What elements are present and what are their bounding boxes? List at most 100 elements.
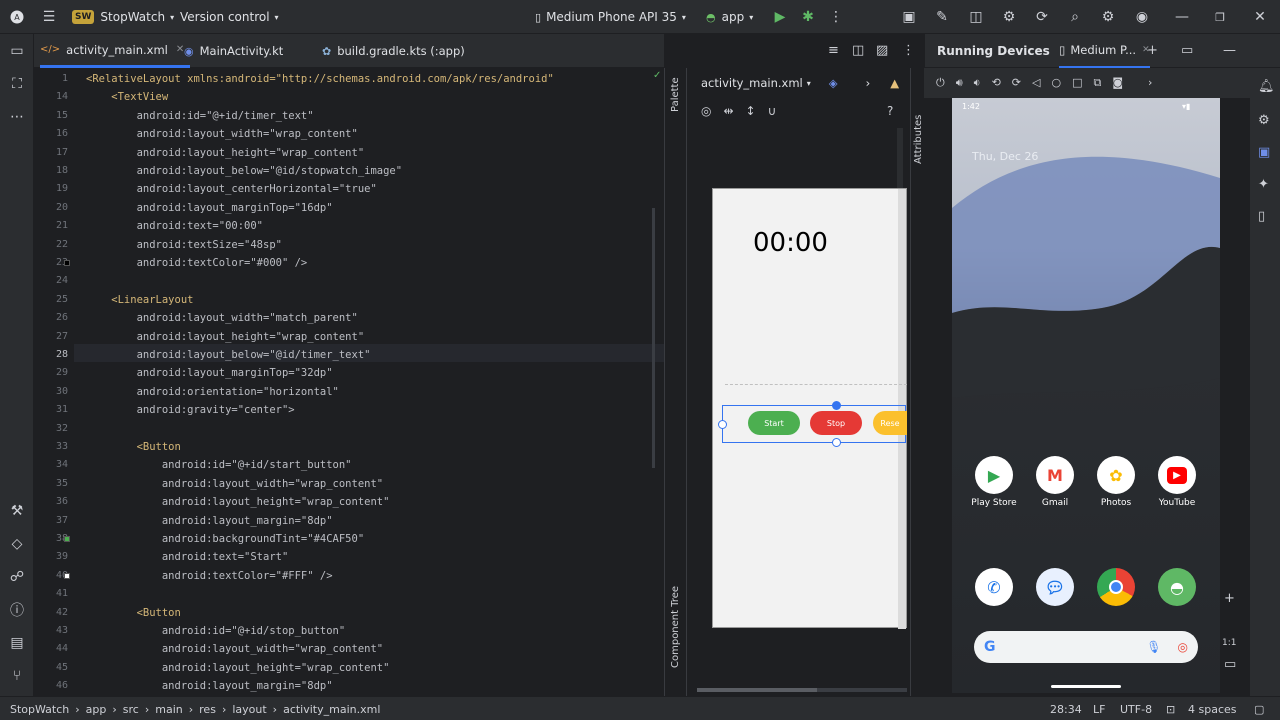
- overview-icon[interactable]: □: [1072, 76, 1082, 90]
- eye-icon[interactable]: ◎: [701, 104, 711, 118]
- search-icon[interactable]: ⌕: [1063, 0, 1087, 34]
- app-play-store[interactable]: ▶ Play Store: [964, 456, 1024, 508]
- code-line[interactable]: android:textColor="#000" />: [86, 254, 308, 272]
- code-line[interactable]: <RelativeLayout xmlns:android="http://sc…: [86, 70, 554, 88]
- code-line[interactable]: android:layout_height="wrap_content": [86, 493, 390, 511]
- code-line[interactable]: android:layout_margin="8dp": [86, 677, 333, 695]
- gradle-tool-icon[interactable]: ⚙: [1258, 114, 1270, 127]
- problems-icon[interactable]: ⓘ: [5, 598, 29, 622]
- code-line[interactable]: android:backgroundTint="#4CAF50": [86, 530, 364, 548]
- restore-icon[interactable]: ❐: [1208, 0, 1232, 34]
- notifications-icon[interactable]: 🔔︎: [1258, 80, 1275, 93]
- breadcrumb-item[interactable]: app: [86, 703, 107, 716]
- resource-manager-icon[interactable]: ⛶: [5, 72, 29, 96]
- device-explorer-icon[interactable]: ▯: [1258, 210, 1265, 223]
- magnet-icon[interactable]: ∪: [768, 104, 777, 118]
- microphone-icon[interactable]: 🎙︎: [1146, 640, 1161, 654]
- help-icon[interactable]: ?: [887, 104, 893, 118]
- scroll-thumb[interactable]: [652, 208, 660, 468]
- resize-handle[interactable]: [832, 401, 841, 410]
- breadcrumb-item[interactable]: layout: [232, 703, 266, 716]
- file-encoding[interactable]: UTF-8: [1120, 697, 1152, 720]
- dock-phone[interactable]: ✆: [964, 568, 1024, 610]
- code-line[interactable]: android:layout_width="match_parent": [86, 309, 358, 327]
- add-device-icon[interactable]: +: [1147, 44, 1158, 57]
- snapshot-icon[interactable]: ⧉: [1094, 76, 1102, 90]
- code-line[interactable]: android:layout_centerHorizontal="true": [86, 180, 377, 198]
- device-manager-icon[interactable]: ▣: [897, 0, 921, 34]
- emulator-screen[interactable]: 1:42 ▾▮ Thu, Dec 26 ▶ Play Store M Gmail…: [952, 98, 1220, 693]
- code-line[interactable]: android:id="@+id/stop_button": [86, 622, 345, 640]
- resize-handle[interactable]: [832, 438, 841, 447]
- code-line[interactable]: android:layout_marginTop="32dp": [86, 364, 333, 382]
- code-line[interactable]: <Button: [86, 438, 181, 456]
- memory-icon[interactable]: ▢: [1254, 697, 1264, 720]
- code-line[interactable]: android:layout_below="@id/timer_text": [86, 346, 371, 364]
- vcs-widget[interactable]: Version control ▾: [180, 0, 279, 34]
- breadcrumb-item[interactable]: main: [155, 703, 182, 716]
- main-menu-icon[interactable]: ☰: [37, 0, 61, 34]
- volume-down-icon[interactable]: 🔉︎: [974, 76, 981, 90]
- code-line[interactable]: android:textSize="48sp": [86, 236, 282, 254]
- color-swatch-marker[interactable]: [64, 572, 70, 579]
- breadcrumb-item[interactable]: activity_main.xml: [283, 703, 380, 716]
- power-icon[interactable]: ⏻: [936, 76, 945, 90]
- rotate-right-icon[interactable]: ⟳: [1012, 76, 1021, 90]
- home-icon[interactable]: ○: [1051, 76, 1061, 90]
- debug-icon[interactable]: ✱: [796, 0, 820, 34]
- code-line[interactable]: android:layout_height="wrap_content": [86, 144, 365, 162]
- code-editor[interactable]: 1 14 15 16 17 18 19 20 21 22 23 24 25 26 27 28 29 30 31 32 3…: [34, 68, 664, 696]
- project-widget[interactable]: SW StopWatch ▾: [72, 0, 174, 34]
- code-line[interactable]: android:layout_width="wrap_content": [86, 125, 358, 143]
- editor-split-list-icon[interactable]: ≡: [828, 44, 839, 57]
- breadcrumb-item[interactable]: res: [199, 703, 216, 716]
- code-line[interactable]: android:layout_margin="8dp": [86, 512, 333, 530]
- breadcrumb-item[interactable]: StopWatch: [10, 703, 69, 716]
- gem-icon[interactable]: ◇: [5, 532, 29, 556]
- terminal-icon[interactable]: ▤: [5, 631, 29, 655]
- chevron-right-icon[interactable]: ›: [866, 76, 871, 90]
- code-line[interactable]: android:layout_width="wrap_content": [86, 475, 383, 493]
- dock-chrome[interactable]: [1086, 568, 1146, 610]
- lens-icon[interactable]: ◎: [1178, 640, 1188, 654]
- git-icon[interactable]: ⑂: [5, 664, 29, 688]
- code-line[interactable]: android:layout_height="wrap_content": [86, 328, 365, 346]
- fit-screen-icon[interactable]: ▭: [1224, 658, 1236, 671]
- code-line[interactable]: android:gravity="center">: [86, 401, 295, 419]
- code-line[interactable]: android:text="00:00": [86, 217, 263, 235]
- app-photos[interactable]: ✿ Photos: [1086, 456, 1146, 508]
- settings-gear-icon[interactable]: ⚙: [1096, 0, 1120, 34]
- more-icon[interactable]: ⋮: [902, 44, 915, 57]
- horizontal-arrows-icon[interactable]: ⇹: [723, 104, 733, 118]
- code-line[interactable]: <Button: [86, 604, 181, 622]
- code-line[interactable]: android:layout_below="@id/stopwatch_imag…: [86, 162, 403, 180]
- code-line[interactable]: android:text="Start": [86, 548, 288, 566]
- lock-icon[interactable]: ⊡: [1166, 697, 1175, 720]
- app-gmail[interactable]: M Gmail: [1025, 456, 1085, 508]
- sync-icon[interactable]: ⟳: [1030, 0, 1054, 34]
- preview-stop-button[interactable]: Stop: [810, 411, 862, 435]
- minimize-icon[interactable]: —: [1170, 0, 1194, 34]
- warning-icon[interactable]: ▲: [890, 76, 899, 90]
- app-youtube[interactable]: ▶ YouTube: [1147, 456, 1207, 508]
- project-folder-icon[interactable]: ▭: [5, 39, 29, 63]
- build-hammer-icon[interactable]: ⚒: [5, 499, 29, 523]
- chevron-right-icon[interactable]: ›: [1148, 76, 1152, 90]
- line-separator[interactable]: LF: [1093, 697, 1105, 720]
- app-quality-icon[interactable]: ✎: [930, 0, 954, 34]
- preview-file-label[interactable]: activity_main.xml: [701, 76, 803, 90]
- color-swatch-marker[interactable]: [64, 260, 70, 266]
- component-tree-tab[interactable]: Component Tree: [670, 586, 681, 668]
- editor-split-icon[interactable]: ◫: [852, 44, 864, 57]
- gradle-icon[interactable]: ⚙: [997, 0, 1021, 34]
- color-swatch-marker[interactable]: [64, 536, 70, 542]
- hide-panel-icon[interactable]: —: [1223, 44, 1236, 57]
- device-selector[interactable]: ▯ Medium Phone API 35 ▾: [535, 0, 686, 34]
- code-line[interactable]: android:textColor="#FFF" />: [86, 567, 333, 585]
- close-icon[interactable]: ✕: [176, 44, 184, 55]
- tab-activity-main[interactable]: </> activity_main.xml ✕: [40, 34, 191, 68]
- screenshot-icon[interactable]: ◙: [1112, 76, 1123, 90]
- vertical-arrows-icon[interactable]: ↕: [746, 104, 756, 118]
- breadcrumb-item[interactable]: src: [123, 703, 139, 716]
- more-actions-icon[interactable]: ⋮: [824, 0, 848, 34]
